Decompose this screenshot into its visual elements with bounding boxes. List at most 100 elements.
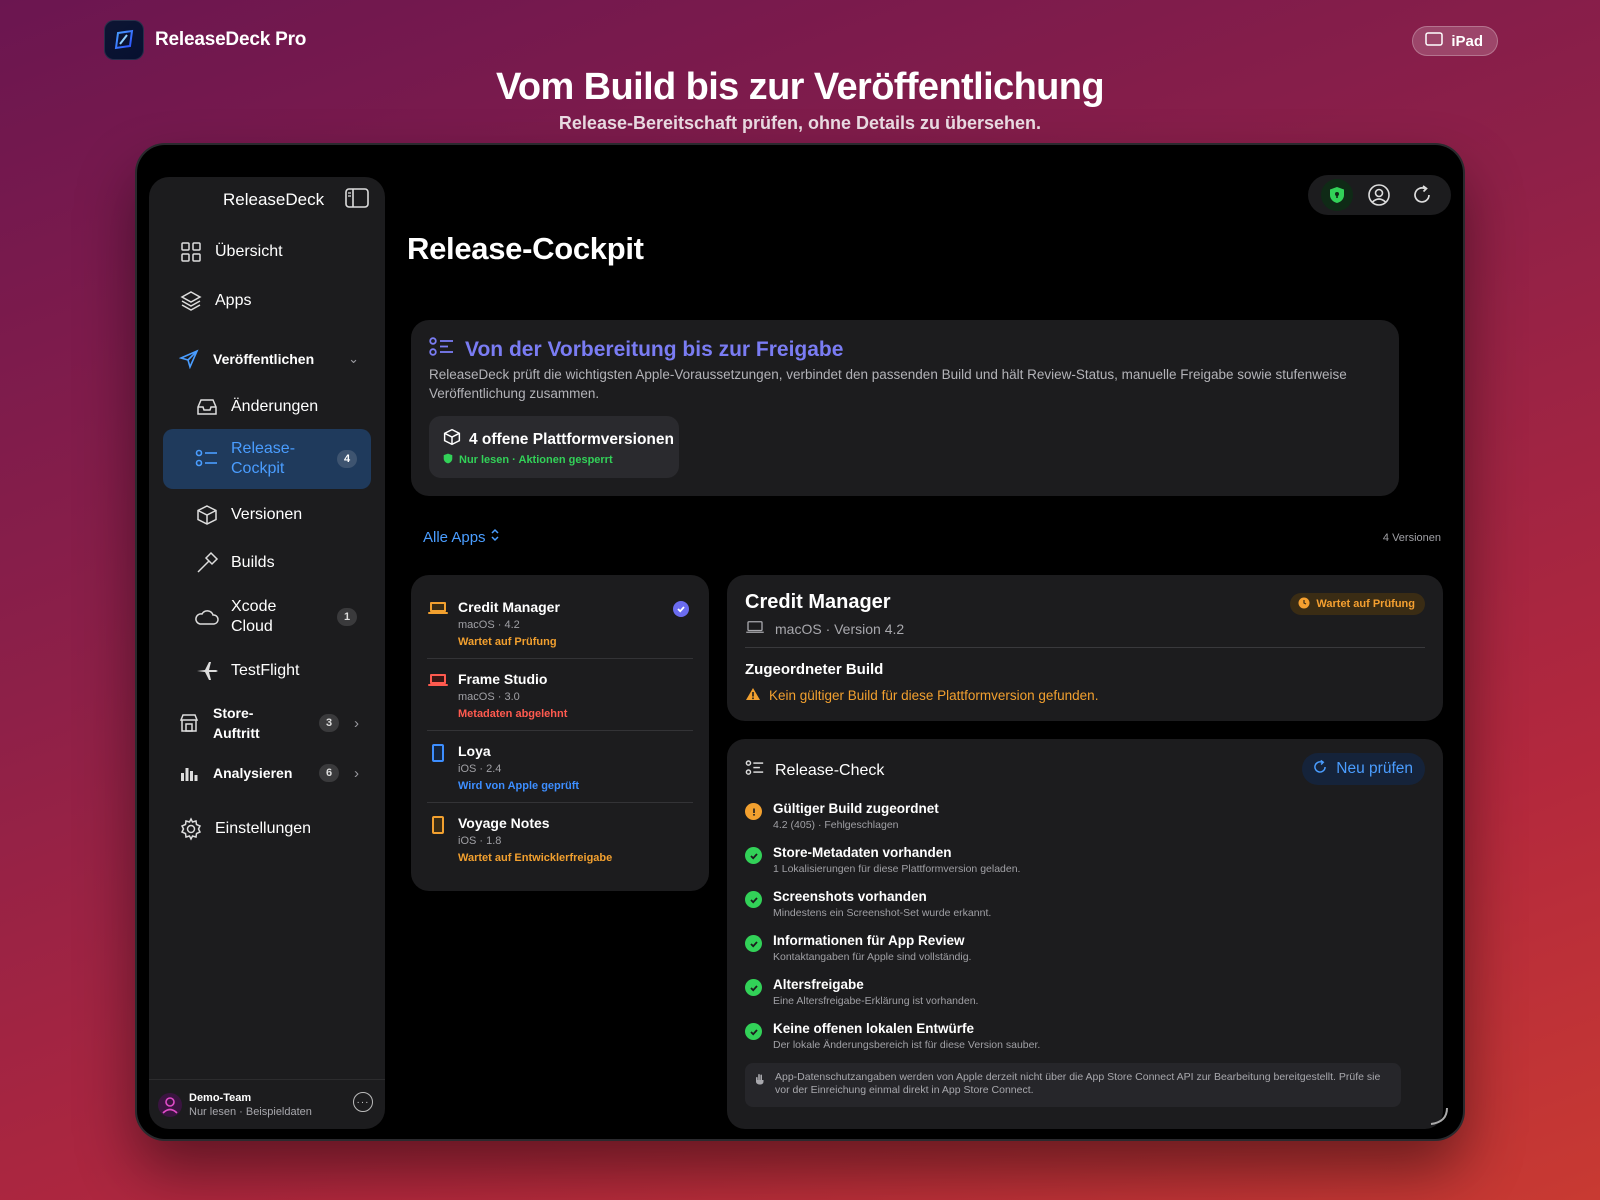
app-status: Wartet auf Entwicklerfreigabe (458, 852, 613, 864)
app-status: Wird von Apple geprüft (458, 780, 580, 792)
detail-app-name: Credit Manager (745, 591, 891, 613)
team-name: Demo-Team (189, 1091, 252, 1104)
laptop-icon (427, 671, 449, 689)
headline: Vom Build bis zur Veröffentlichung (495, 66, 1105, 108)
build-warning: Kein gültiger Build für diese Plattformv… (745, 687, 1098, 704)
account-switch-icon[interactable] (1363, 179, 1395, 211)
detail-meta: macOS · Version 4.2 (745, 620, 904, 637)
storefront-icon (175, 709, 203, 737)
resize-corner-icon[interactable] (1427, 1104, 1449, 1131)
chevron-updown-icon (490, 528, 500, 546)
checklist-icon (429, 336, 455, 364)
check-title: Informationen für App Review (773, 933, 965, 948)
brand-name: ReleaseDeck Pro (155, 29, 307, 50)
app-status: Metadaten abgelehnt (458, 708, 568, 720)
all-apps-selector[interactable]: Alle Apps (423, 528, 500, 546)
laptop-icon (427, 599, 449, 617)
list-item[interactable]: Credit Manager macOS · 4.2 Wartet auf Pr… (427, 589, 693, 659)
checklist-icon (193, 445, 221, 473)
privacy-note: App-Datenschutzangaben werden von Apple … (745, 1063, 1401, 1107)
app-name: Voyage Notes (458, 815, 550, 831)
clock-icon (1298, 597, 1310, 612)
sidebar-item-label: Release- Cockpit (231, 440, 296, 477)
read-only-status: Nur lesen · Aktionen gesperrt (459, 454, 613, 466)
release-check-card: Release-Check Neu prüfen Gültiger Build … (727, 739, 1443, 1129)
sidebar-item-versions[interactable]: Versionen (163, 493, 371, 537)
app-meta: macOS · 4.2 (458, 619, 520, 631)
checkmark-circle-icon (745, 979, 762, 996)
refresh-icon (1312, 759, 1328, 780)
check-item: Informationen für App Review Kontaktanga… (745, 933, 1405, 973)
team-mode: Nur lesen · Beispieldaten (189, 1105, 312, 1118)
sidebar-item-label: Builds (231, 554, 275, 571)
divider (745, 647, 1425, 648)
all-apps-label: Alle Apps (423, 528, 486, 546)
release-check-title: Release-Check (745, 759, 884, 782)
app-status: Wartet auf Prüfung (458, 636, 557, 648)
more-icon[interactable]: ··· (353, 1092, 373, 1112)
chevron-down-icon: ⌄ (348, 351, 359, 366)
sidebar-toggle-icon[interactable] (345, 188, 369, 213)
check-item: Store-Metadaten vorhanden 1 Lokalisierun… (745, 845, 1405, 885)
airplane-icon (193, 657, 221, 685)
cloud-icon (193, 603, 221, 631)
check-title: Keine offenen lokalen Entwürfe (773, 1021, 975, 1036)
sidebar-item-overview[interactable]: Übersicht (163, 230, 371, 274)
device-pill-label: iPad (1451, 32, 1483, 50)
sidebar-item-apps[interactable]: Apps (163, 279, 371, 323)
check-item: Altersfreigabe Eine Altersfreigabe-Erklä… (745, 977, 1405, 1017)
check-title: Screenshots vorhanden (773, 889, 927, 904)
app-meta: iOS · 1.8 (458, 835, 502, 847)
sidebar-item-label: Apps (215, 292, 252, 309)
sidebar-item-settings[interactable]: Einstellungen (163, 807, 371, 851)
sidebar-item-label: Einstellungen (215, 820, 312, 837)
device-pill[interactable]: iPad (1412, 26, 1498, 56)
phone-icon (427, 815, 449, 834)
sidebar-item-release-cockpit[interactable]: Release- Cockpit 4 (163, 429, 371, 489)
count-badge: 4 (337, 450, 357, 468)
sidebar-item-builds[interactable]: Builds (163, 541, 371, 585)
page-title: Release-Cockpit (407, 231, 644, 266)
app-logo-icon (104, 20, 144, 60)
hero-description: ReleaseDeck prüft die wichtigsten Apple-… (429, 367, 1347, 401)
hero-title: Von der Vorbereitung bis zur Freigabe (429, 336, 843, 364)
recheck-label: Neu prüfen (1336, 760, 1413, 777)
checkmark-circle-icon (745, 891, 762, 908)
sidebar-item-changes[interactable]: Änderungen (163, 385, 371, 429)
check-detail: Mindestens ein Screenshot-Set wurde erka… (773, 907, 992, 919)
sidebar: ReleaseDeck Übersicht Apps Veröffentlich… (149, 177, 385, 1129)
app-meta: macOS · 3.0 (458, 691, 520, 703)
list-item[interactable]: Voyage Notes iOS · 1.8 Wartet auf Entwic… (427, 805, 693, 875)
check-item: Gültiger Build zugeordnet 4.2 (405) · Fe… (745, 801, 1405, 841)
sidebar-section-publish[interactable]: Veröffentlichen ⌄ (163, 337, 371, 381)
list-item[interactable]: Frame Studio macOS · 3.0 Metadaten abgel… (427, 661, 693, 731)
chart-icon (175, 759, 203, 787)
shield-icon[interactable] (1321, 179, 1354, 211)
refresh-icon[interactable] (1406, 179, 1438, 211)
recheck-button[interactable]: Neu prüfen (1302, 753, 1425, 785)
layers-icon (177, 287, 205, 315)
brand: ReleaseDeck Pro (104, 20, 306, 60)
list-item[interactable]: Loya iOS · 2.4 Wird von Apple geprüft (427, 733, 693, 803)
chevron-right-icon: › (354, 714, 359, 732)
hero-title-text: Von der Vorbereitung bis zur Freigabe (465, 338, 844, 361)
sidebar-footer[interactable]: Demo-Team Nur lesen · Beispieldaten ··· (149, 1079, 385, 1129)
app-list: Credit Manager macOS · 4.2 Wartet auf Pr… (411, 575, 709, 891)
top-toolbar (1308, 175, 1451, 215)
sidebar-section-analyze[interactable]: Analysieren 6 › (163, 751, 371, 795)
sidebar-title: ReleaseDeck (223, 190, 325, 209)
sidebar-item-testflight[interactable]: TestFlight (163, 649, 371, 693)
sidebar-section-label: Analysieren (213, 765, 293, 781)
sidebar-section-store[interactable]: Store- Auftritt 3 › (163, 697, 371, 749)
subline: Release-Bereitschaft prüfen, ohne Detail… (558, 113, 1042, 133)
detail-meta-text: macOS · Version 4.2 (775, 620, 905, 637)
assigned-build-heading: Zugeordneter Build (745, 661, 884, 678)
hero-card: Von der Vorbereitung bis zur Freigabe Re… (411, 320, 1399, 496)
status-badge-label: Wartet auf Prüfung (1316, 598, 1415, 610)
check-detail: Eine Altersfreigabe-Erklärung ist vorhan… (773, 995, 979, 1007)
check-detail: Kontaktangaben für Apple sind vollständi… (773, 951, 972, 963)
open-versions-box: 4 offene Plattformversionen Nur lesen · … (429, 416, 679, 478)
sidebar-item-xcode-cloud[interactable]: Xcode Cloud 1 (163, 589, 371, 645)
app-detail-card: Credit Manager macOS · Version 4.2 Warte… (727, 575, 1443, 721)
sidebar-section-label: Veröffentlichen (213, 351, 315, 367)
